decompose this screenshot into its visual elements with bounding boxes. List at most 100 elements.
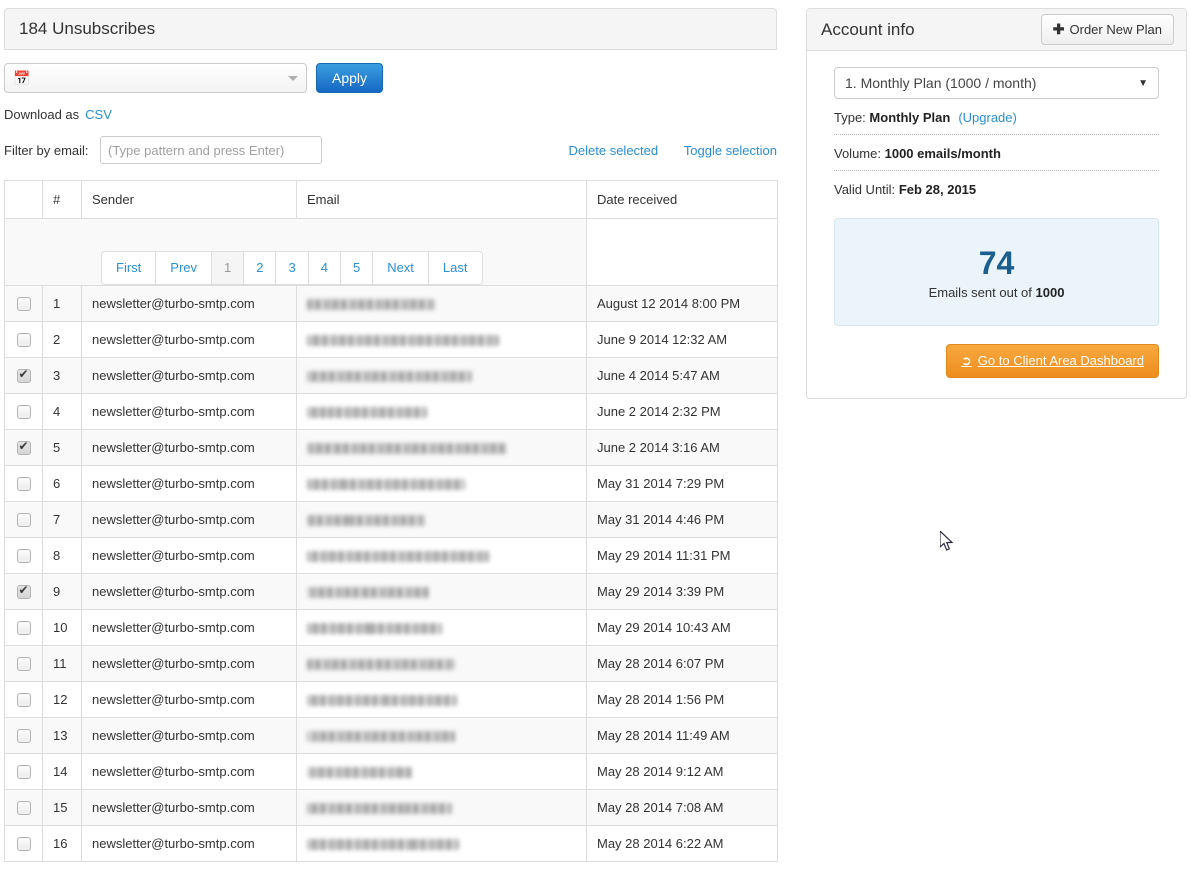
row-date-received: June 4 2014 5:47 AM bbox=[586, 357, 778, 394]
table-row: 13 newsletter@turbo-smtp.com May 28 2014 1… bbox=[4, 717, 778, 754]
row-checkbox[interactable] bbox=[16, 513, 31, 528]
row-sender: newsletter@turbo-smtp.com bbox=[81, 501, 297, 538]
row-select-cell bbox=[4, 753, 43, 790]
pagination-prev[interactable]: Prev bbox=[156, 252, 213, 284]
pagination-page-4[interactable]: 4 bbox=[308, 252, 341, 284]
filter-toolbar: 📅 Apply bbox=[4, 63, 777, 93]
go-to-dashboard-label: Go to Client Area Dashboard bbox=[977, 353, 1144, 368]
redacted-email bbox=[307, 443, 507, 455]
download-csv-link[interactable]: CSV bbox=[85, 107, 112, 122]
emails-sent-count: 74 bbox=[978, 244, 1015, 281]
table-row: 15 newsletter@turbo-smtp.com May 28 2014 7… bbox=[4, 789, 778, 826]
pagination-next[interactable]: Next bbox=[373, 252, 429, 284]
row-email bbox=[296, 753, 587, 790]
row-checkbox[interactable] bbox=[16, 297, 31, 312]
table-row: 1 newsletter@turbo-smtp.com August 12 2014… bbox=[4, 285, 778, 322]
row-email bbox=[296, 465, 587, 502]
row-select-cell bbox=[4, 789, 43, 826]
row-number: 6 bbox=[42, 465, 82, 502]
upgrade-link[interactable]: (Upgrade) bbox=[958, 110, 1017, 125]
email-filter-row: Filter by email: Delete selected Toggle … bbox=[4, 136, 777, 166]
table-body: First Prev 1 2 3 4 5 Next Last 1 newslet… bbox=[4, 218, 778, 862]
row-select-cell bbox=[4, 681, 43, 718]
row-date-received: May 28 2014 9:12 AM bbox=[586, 753, 778, 790]
pagination-page-5[interactable]: 5 bbox=[340, 252, 374, 284]
pagination-first[interactable]: First bbox=[102, 252, 157, 284]
search-input[interactable] bbox=[100, 136, 322, 164]
emails-sent-total: 1000 bbox=[1035, 284, 1065, 300]
dashboard-button-wrap: ➲ Go to Client Area Dashboard bbox=[834, 344, 1159, 378]
row-checkbox[interactable] bbox=[16, 621, 31, 636]
plan-volume-value: 1000 emails/month bbox=[884, 146, 1001, 161]
row-date-received: May 29 2014 10:43 AM bbox=[586, 609, 778, 646]
row-checkbox[interactable] bbox=[16, 765, 31, 780]
row-number: 14 bbox=[42, 753, 82, 790]
row-number: 10 bbox=[42, 609, 82, 646]
redacted-email bbox=[307, 551, 489, 563]
row-number: 12 bbox=[42, 681, 82, 718]
emails-sent-label: Emails sent out of 1000 bbox=[929, 285, 1065, 300]
plan-select[interactable]: 1. Monthly Plan (1000 / month) ▼ bbox=[834, 67, 1159, 99]
toggle-selection-link[interactable]: Toggle selection bbox=[684, 143, 777, 158]
calendar-icon: 📅 bbox=[13, 70, 31, 86]
row-number: 16 bbox=[42, 825, 82, 862]
row-checkbox[interactable] bbox=[16, 549, 31, 564]
selection-actions: Delete selected Toggle selection bbox=[547, 136, 777, 166]
row-date-received: May 28 2014 1:56 PM bbox=[586, 681, 778, 718]
go-to-dashboard-button[interactable]: ➲ Go to Client Area Dashboard bbox=[945, 344, 1159, 378]
row-email bbox=[296, 537, 587, 574]
row-sender: newsletter@turbo-smtp.com bbox=[81, 465, 297, 502]
redacted-email bbox=[307, 587, 429, 599]
pagination-row: First Prev 1 2 3 4 5 Next Last bbox=[4, 218, 778, 286]
plan-type-row: Type: Monthly Plan (Upgrade) bbox=[834, 99, 1159, 135]
filter-by-email-label: Filter by email: bbox=[4, 143, 89, 158]
row-date-received: May 31 2014 7:29 PM bbox=[586, 465, 778, 502]
row-select-cell bbox=[4, 609, 43, 646]
order-new-plan-button[interactable]: ✚ Order New Plan bbox=[1040, 14, 1174, 45]
row-checkbox[interactable] bbox=[16, 367, 31, 384]
row-sender: newsletter@turbo-smtp.com bbox=[81, 681, 297, 718]
row-checkbox[interactable] bbox=[16, 729, 31, 744]
pagination-blank-cell bbox=[586, 218, 778, 286]
table-row: 11 newsletter@turbo-smtp.com May 28 2014 6… bbox=[4, 645, 778, 682]
emails-sent-stat-box: 74 Emails sent out of 1000 bbox=[834, 218, 1159, 326]
row-checkbox[interactable] bbox=[16, 333, 31, 348]
row-date-received: June 9 2014 12:32 AM bbox=[586, 321, 778, 358]
row-number: 7 bbox=[42, 501, 82, 538]
row-checkbox[interactable] bbox=[16, 693, 31, 708]
row-number: 5 bbox=[42, 429, 82, 466]
row-email bbox=[296, 357, 587, 394]
row-checkbox[interactable] bbox=[16, 477, 31, 492]
apply-button[interactable]: Apply bbox=[316, 63, 384, 93]
row-checkbox[interactable] bbox=[16, 801, 31, 816]
row-email bbox=[296, 573, 587, 610]
pagination-page-2[interactable]: 2 bbox=[244, 252, 277, 284]
row-checkbox[interactable] bbox=[16, 837, 31, 852]
pagination-page-3[interactable]: 3 bbox=[276, 252, 309, 284]
pagination-page-1[interactable]: 1 bbox=[212, 252, 245, 284]
row-checkbox[interactable] bbox=[16, 657, 31, 672]
th-date-received: Date received bbox=[586, 180, 778, 219]
chevron-down-icon: ▼ bbox=[1138, 77, 1148, 89]
row-checkbox[interactable] bbox=[16, 583, 31, 600]
row-email bbox=[296, 789, 587, 826]
delete-selected-link[interactable]: Delete selected bbox=[569, 143, 659, 158]
row-date-received: May 29 2014 11:31 PM bbox=[586, 537, 778, 574]
row-date-received: June 2 2014 3:16 AM bbox=[586, 429, 778, 466]
redacted-email bbox=[307, 803, 452, 815]
row-sender: newsletter@turbo-smtp.com bbox=[81, 429, 297, 466]
row-checkbox[interactable] bbox=[16, 439, 31, 456]
row-sender: newsletter@turbo-smtp.com bbox=[81, 645, 297, 682]
plan-valid-label: Valid Until: bbox=[834, 182, 896, 197]
date-range-select[interactable]: 📅 bbox=[4, 63, 307, 93]
pagination-last[interactable]: Last bbox=[428, 252, 482, 284]
table-row: 16 newsletter@turbo-smtp.com May 28 2014 6… bbox=[4, 825, 778, 862]
row-select-cell bbox=[4, 537, 43, 574]
redacted-email bbox=[307, 839, 459, 851]
unsubscribes-page: 184 Unsubscribes 📅 Apply Download as CSV … bbox=[0, 0, 1191, 881]
account-info-header: Account info ✚ Order New Plan bbox=[807, 9, 1186, 51]
row-email bbox=[296, 501, 587, 538]
row-checkbox[interactable] bbox=[16, 405, 31, 420]
table-row: 9newsletter@turbo-smtp.com May 29 2014 3:… bbox=[4, 573, 778, 610]
row-sender: newsletter@turbo-smtp.com bbox=[81, 753, 297, 790]
